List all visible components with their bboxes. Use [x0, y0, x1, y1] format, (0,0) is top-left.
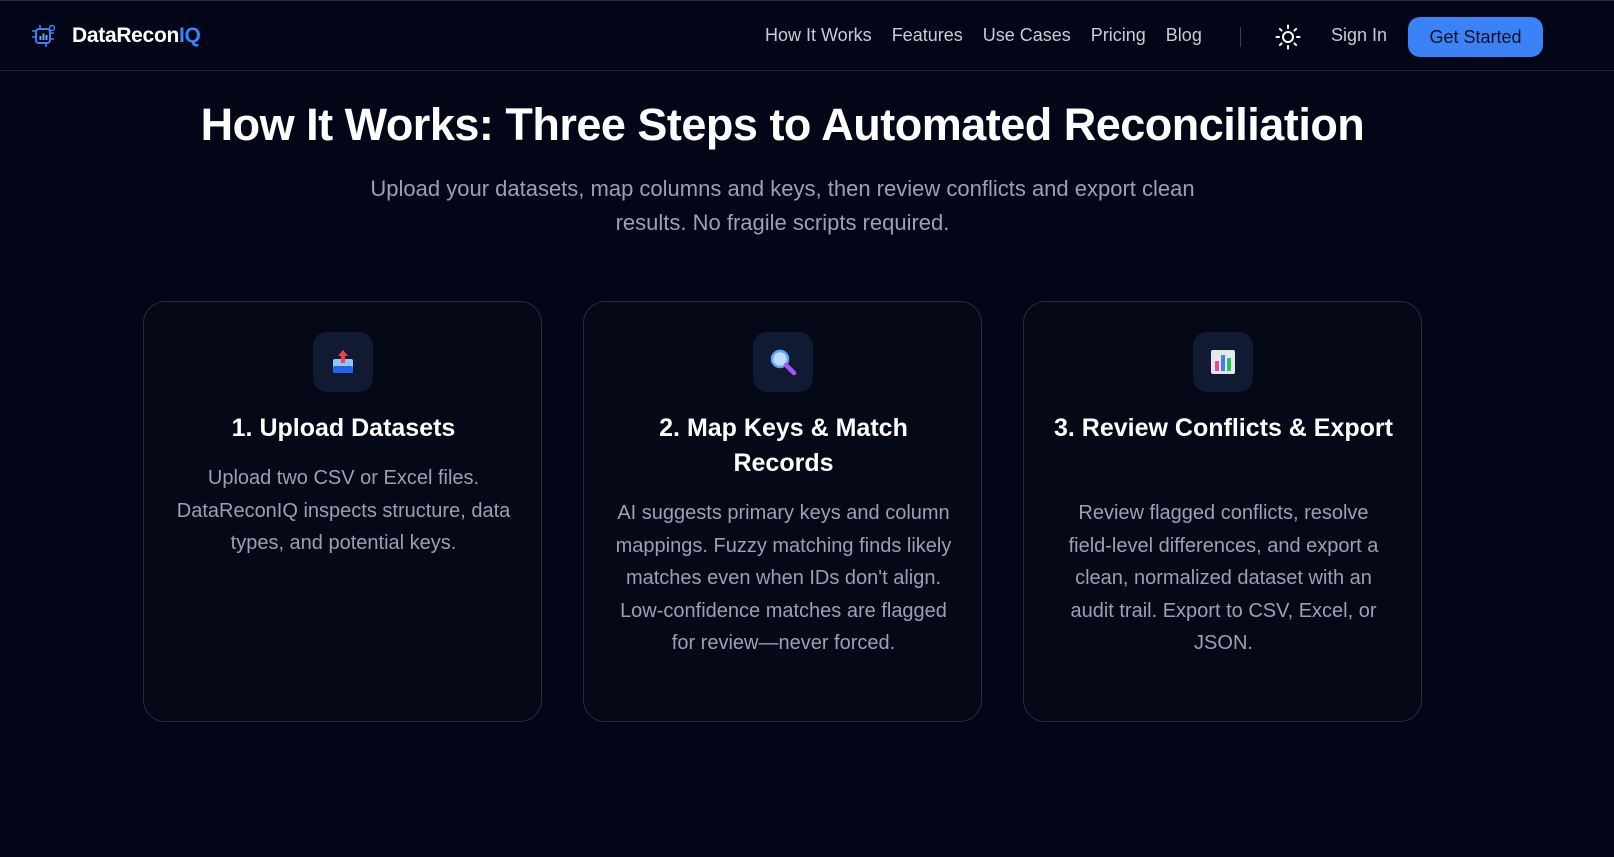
logo-icon	[30, 23, 56, 49]
magnifier-icon	[753, 332, 813, 392]
brand-logo[interactable]: DataReconIQ	[30, 23, 201, 49]
top-nav-bar: DataReconIQ How It Works Features Use Ca…	[0, 0, 1614, 71]
get-started-button[interactable]: Get Started	[1408, 17, 1543, 57]
nav-link-features[interactable]: Features	[892, 25, 963, 46]
step-card-upload: 1. Upload Datasets Upload two CSV or Exc…	[143, 301, 542, 722]
step-card-map: 2. Map Keys & Match Records AI suggests …	[583, 301, 982, 722]
step-description: Review flagged conflicts, resolve field-…	[1068, 502, 1379, 654]
theme-toggle-button[interactable]	[1274, 23, 1302, 51]
sign-in-link[interactable]: Sign In	[1331, 25, 1387, 46]
step-title: 3. Review Conflicts & Export	[1054, 414, 1393, 442]
page-subtitle: Upload your datasets, map columns and ke…	[370, 176, 1195, 235]
nav-link-how-it-works[interactable]: How It Works	[765, 25, 872, 46]
step-description: AI suggests primary keys and column mapp…	[615, 502, 952, 654]
logo-text: DataReconIQ	[72, 24, 201, 48]
logo-text-main: DataRecon	[72, 24, 179, 47]
logo-text-accent: IQ	[179, 24, 201, 47]
step-title: 1. Upload Datasets	[231, 414, 456, 442]
step-title: 2. Map Keys & Match Records	[659, 414, 908, 477]
nav-link-use-cases[interactable]: Use Cases	[983, 25, 1071, 46]
step-card-review: 3. Review Conflicts & Export Review flag…	[1023, 301, 1422, 722]
nav-divider	[1240, 27, 1241, 47]
bar-chart-icon	[1193, 332, 1253, 392]
step-description: Upload two CSV or Excel files. DataRecon…	[176, 467, 511, 554]
nav-link-blog[interactable]: Blog	[1166, 25, 1202, 46]
nav-link-pricing[interactable]: Pricing	[1091, 25, 1146, 46]
sun-icon	[1274, 24, 1302, 55]
upload-tray-icon	[313, 332, 373, 392]
page-title: How It Works: Three Steps to Automated R…	[200, 99, 1365, 150]
main-nav: How It Works Features Use Cases Pricing …	[765, 25, 1222, 46]
